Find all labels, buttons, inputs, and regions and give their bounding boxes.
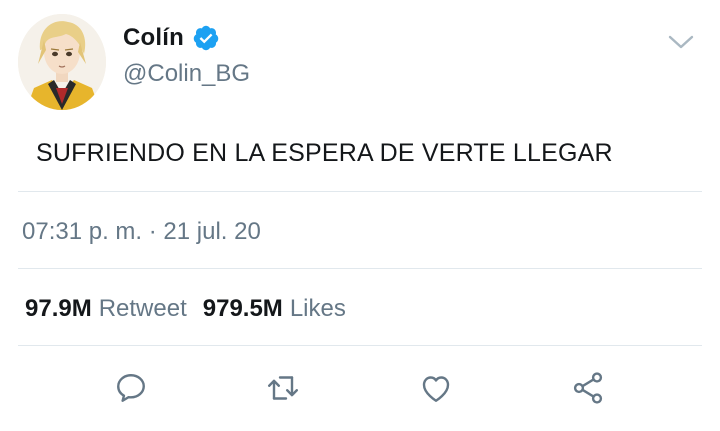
user-name-row[interactable]: Colín bbox=[123, 24, 220, 52]
retweets-label[interactable]: Retweet bbox=[99, 295, 187, 323]
avatar-illustration-icon bbox=[18, 14, 106, 110]
reply-icon bbox=[117, 374, 145, 402]
tweet-text: SUFRIENDO EN LA ESPERA DE VERTE LLEGAR bbox=[36, 139, 613, 167]
chevron-down-icon[interactable] bbox=[666, 30, 696, 54]
divider bbox=[18, 268, 702, 269]
divider bbox=[18, 345, 702, 346]
reply-button[interactable] bbox=[111, 368, 151, 408]
verified-badge-icon bbox=[193, 25, 219, 51]
divider bbox=[18, 191, 702, 192]
likes-count[interactable]: 979.5M bbox=[203, 295, 283, 323]
retweets-count[interactable]: 97.9M bbox=[25, 295, 92, 323]
tweet-stats: 97.9M Retweet 979.5M Likes bbox=[25, 295, 346, 323]
tweet-timestamp[interactable]: 07:31 p. m. · 21 jul. 20 bbox=[22, 218, 261, 246]
display-name[interactable]: Colín bbox=[123, 24, 184, 52]
retweet-button[interactable] bbox=[263, 368, 303, 408]
user-handle[interactable]: @Colin_BG bbox=[123, 60, 250, 88]
share-button[interactable] bbox=[568, 368, 608, 408]
tweet-card: Colín @Colin_BG SUFRIENDO EN LA ESPERA D… bbox=[0, 0, 720, 431]
likes-label[interactable]: Likes bbox=[290, 295, 346, 323]
like-icon bbox=[422, 376, 450, 402]
share-icon bbox=[573, 372, 603, 404]
avatar[interactable] bbox=[18, 14, 106, 110]
retweet-icon bbox=[268, 376, 298, 400]
like-button[interactable] bbox=[416, 368, 456, 408]
